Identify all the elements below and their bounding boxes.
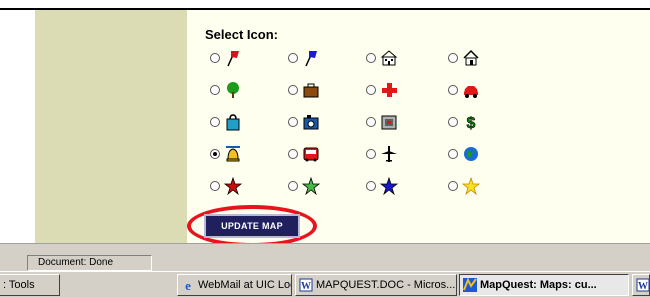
icon-option-blue-flag[interactable] [288,47,338,69]
radio-button[interactable] [366,149,376,159]
icon-option-red-cross[interactable] [366,79,416,101]
radio-button-selected[interactable] [210,149,220,159]
icon-option-bus[interactable] [288,143,338,165]
radio-button[interactable] [288,181,298,191]
taskbar-item-label: MAPQUEST.DOC - Micros... [316,279,456,291]
radio-button[interactable] [288,53,298,63]
briefcase-icon [301,80,321,100]
radio-button[interactable] [210,85,220,95]
update-map-area: UPDATE MAP [187,205,317,247]
building-icon [379,48,399,68]
browser-page: Select Icon: $ UPDATE MAP Document: Done… [0,0,650,297]
yellow-star-icon [461,176,481,196]
radio-button[interactable] [288,149,298,159]
taskbar-item-label: WebMail at UIC Login Scr... [198,279,291,291]
taskbar-item-mapquest-browser[interactable]: MapQuest: Maps: cu... [459,274,629,296]
icon-option-camera[interactable] [288,111,338,133]
icon-option-red-star[interactable] [210,175,260,197]
icon-option-tree[interactable] [210,79,260,101]
icon-option-airplane[interactable] [366,143,416,165]
svg-text:e: e [185,278,191,292]
bus-icon [301,144,321,164]
taskbar-item-mapquest-doc[interactable]: W MAPQUEST.DOC - Micros... [295,274,457,296]
svg-text:W: W [301,281,311,292]
icon-option-house[interactable] [448,47,498,69]
radio-button[interactable] [288,117,298,127]
icon-option-bell[interactable] [210,143,260,165]
blue-star-icon [379,176,399,196]
red-flag-icon [223,48,243,68]
airplane-icon [379,144,399,164]
icon-option-green-star[interactable] [288,175,338,197]
status-text: Document: Done [27,255,152,271]
svg-text:$: $ [467,115,476,131]
taskbar-item-webmail[interactable]: e WebMail at UIC Login Scr... [177,274,292,296]
icon-option-globe[interactable] [448,143,498,165]
icon-option-car[interactable] [448,79,498,101]
radio-button[interactable] [366,117,376,127]
stadium-icon [379,112,399,132]
icon-option-briefcase[interactable] [288,79,338,101]
radio-button[interactable] [448,85,458,95]
radio-button[interactable] [448,181,458,191]
red-cross-icon [379,80,399,100]
blue-flag-icon [301,48,321,68]
word-icon: W [299,278,313,292]
icon-option-blue-star[interactable] [366,175,416,197]
select-icon-label: Select Icon: [205,27,278,42]
radio-button[interactable] [448,117,458,127]
red-star-icon [223,176,243,196]
icon-option-dollar[interactable]: $ [448,111,498,133]
camera-icon [301,112,321,132]
radio-button[interactable] [366,181,376,191]
icon-option-red-flag[interactable] [210,47,260,69]
update-map-button[interactable]: UPDATE MAP [204,214,300,238]
globe-icon [461,144,481,164]
car-icon [461,80,481,100]
taskbar-item-label: MapQuest: Maps: cu... [480,279,597,291]
left-sidebar [35,10,187,243]
word-icon: W [636,278,649,292]
ie-icon: e [181,278,195,293]
taskbar-item-tools[interactable]: : Tools [0,274,60,296]
radio-button[interactable] [210,117,220,127]
dollar-icon: $ [461,112,481,132]
taskbar-item-label: : Tools [3,279,35,291]
house-icon [461,48,481,68]
radio-button[interactable] [366,85,376,95]
radio-button[interactable] [288,85,298,95]
radio-button[interactable] [366,53,376,63]
mapquest-icon [463,277,477,292]
shopping-bag-icon [223,112,243,132]
radio-button[interactable] [448,53,458,63]
green-star-icon [301,176,321,196]
icon-option-shopping-bag[interactable] [210,111,260,133]
radio-button[interactable] [210,53,220,63]
radio-button[interactable] [448,149,458,159]
radio-button[interactable] [210,181,220,191]
icon-option-yellow-star[interactable] [448,175,498,197]
taskbar-item-word[interactable]: W [632,274,650,296]
icon-option-building[interactable] [366,47,416,69]
bell-icon [223,144,243,164]
tree-icon [223,80,243,100]
svg-text:W: W [638,281,648,292]
icon-option-stadium[interactable] [366,111,416,133]
